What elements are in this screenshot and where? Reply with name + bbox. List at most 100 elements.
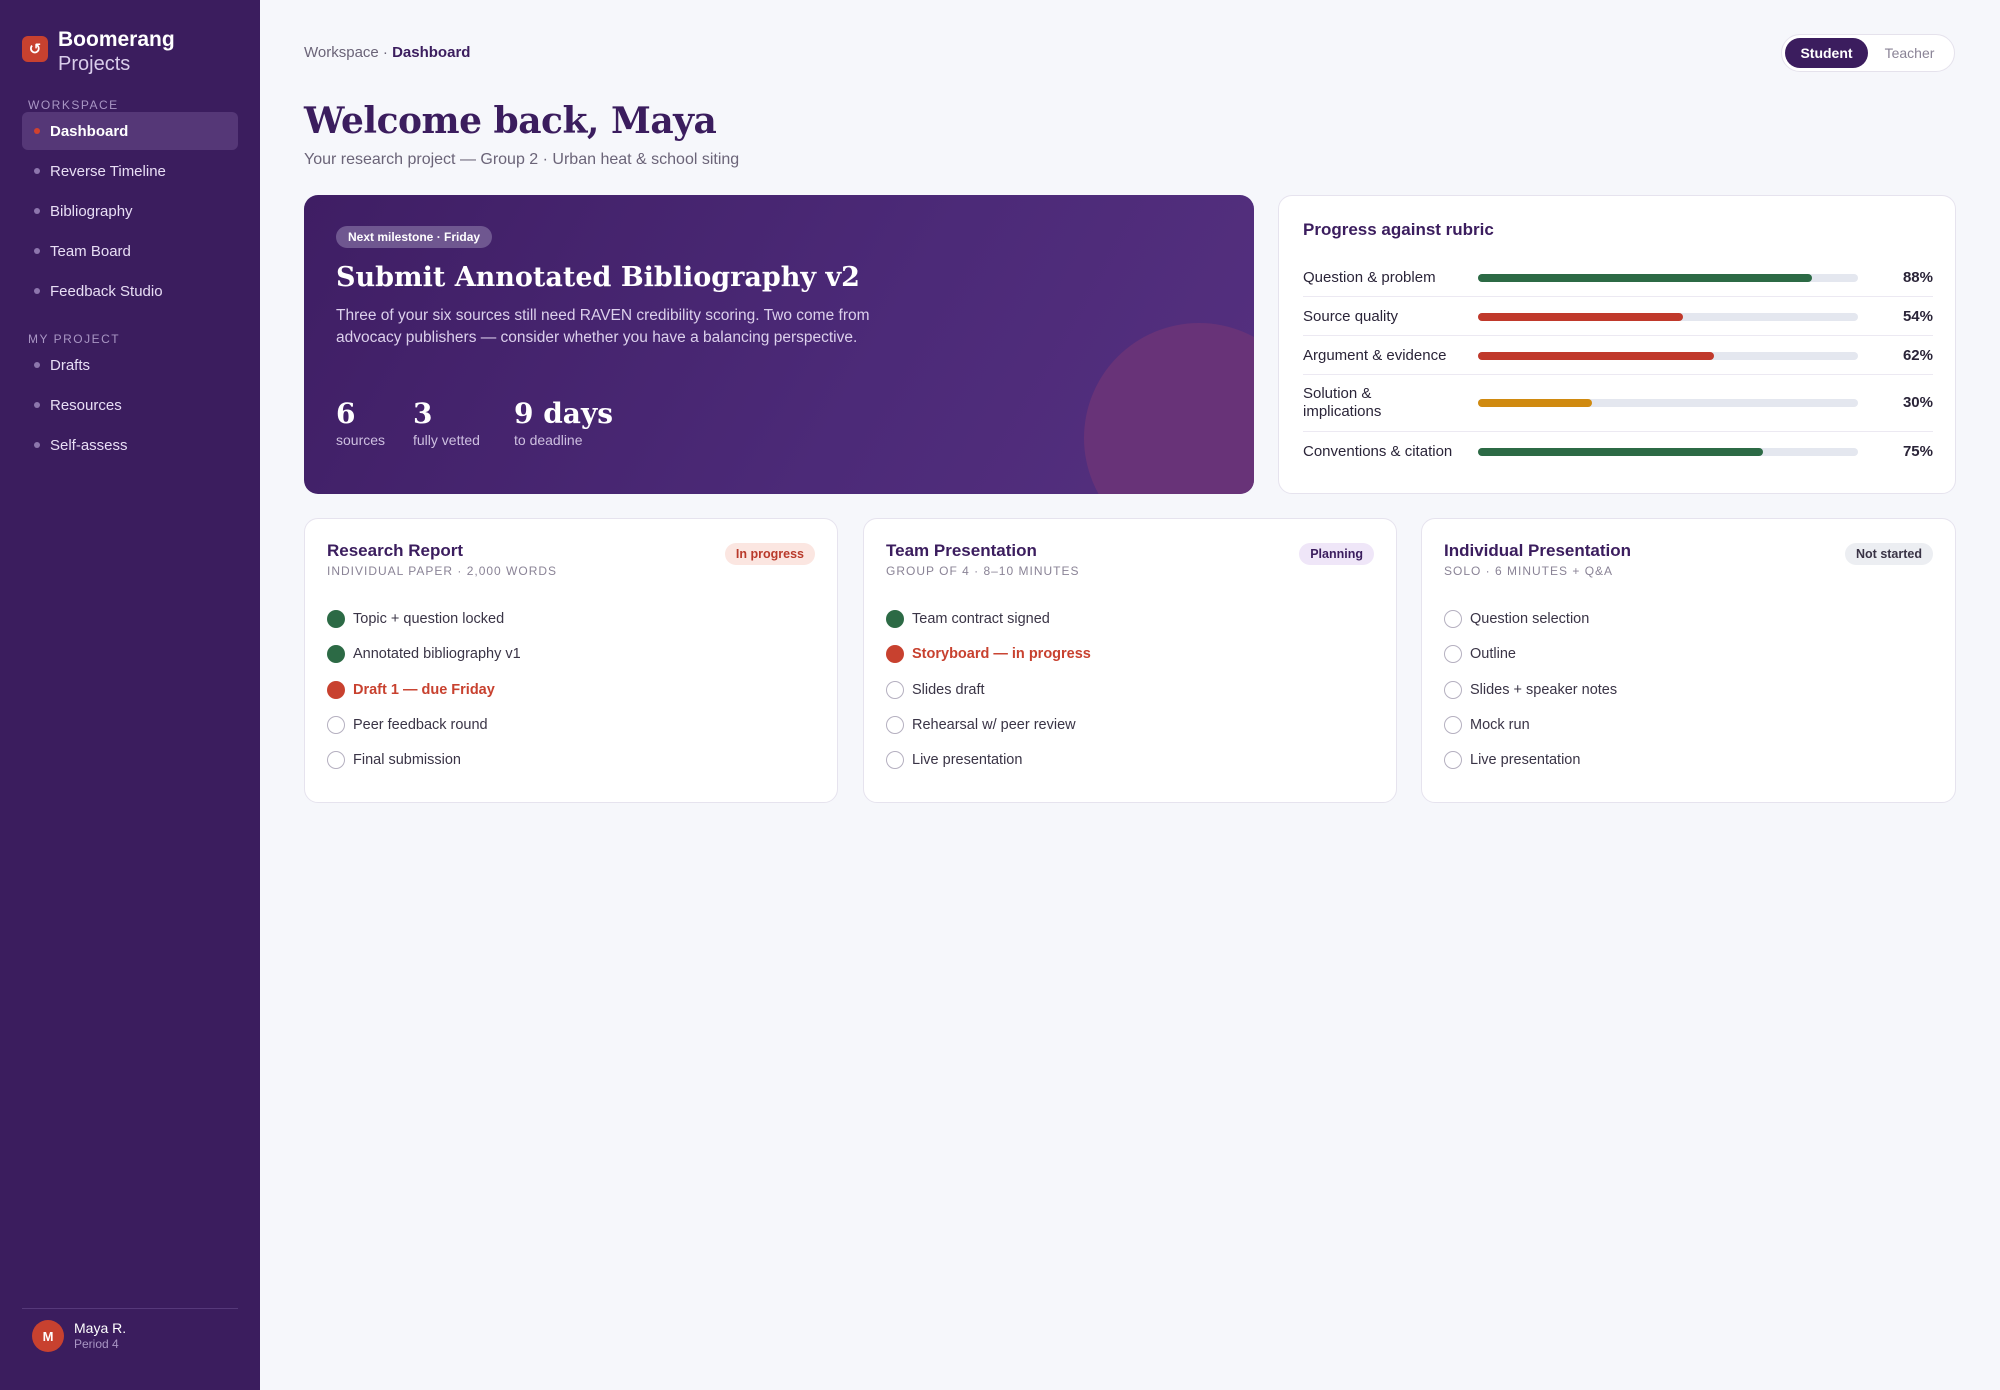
dot-icon xyxy=(34,402,40,408)
breadcrumb: Workspace · Dashboard xyxy=(304,44,470,61)
dot-icon xyxy=(34,362,40,368)
rubric-percent: 88% xyxy=(1902,269,1933,286)
task-item[interactable]: Peer feedback round xyxy=(327,716,488,734)
rubric-fill xyxy=(1478,274,1813,282)
rubric-progress-card: Progress against rubric Question & probl… xyxy=(1278,195,1956,494)
task-item[interactable]: Slides draft xyxy=(886,681,985,699)
dot-icon xyxy=(34,248,40,254)
task-item[interactable]: Live presentation xyxy=(1444,751,1580,769)
dot-icon xyxy=(34,288,40,294)
sidebar-item-drafts[interactable]: Drafts xyxy=(22,346,238,384)
user-period: Period 4 xyxy=(74,1337,119,1351)
task-item[interactable]: Storyboard — in progress xyxy=(886,645,1091,663)
user-name: Maya R. xyxy=(74,1320,127,1336)
task-label: Question selection xyxy=(1470,611,1590,627)
rubric-track xyxy=(1478,448,1858,456)
brand[interactable]: ↺ Boomerang Projects xyxy=(22,28,175,76)
sidebar-item-label: Self-assess xyxy=(50,436,128,454)
task-status-icon xyxy=(327,610,345,628)
role-teacher-button[interactable]: Teacher xyxy=(1868,38,1951,68)
task-status-icon xyxy=(886,751,904,769)
workspace-section-label: Workspace xyxy=(28,98,119,112)
sidebar-item-feedback-studio[interactable]: Feedback Studio xyxy=(22,272,238,310)
sidebar-item-label: Resources xyxy=(50,396,122,414)
task-item[interactable]: Final submission xyxy=(327,751,461,769)
rubric-row: Argument & evidence 62% xyxy=(1303,336,1933,375)
rubric-row: Question & problem 88% xyxy=(1303,258,1933,297)
breadcrumb-root[interactable]: Workspace · xyxy=(304,44,388,61)
task-status-icon xyxy=(886,610,904,628)
task-label: Live presentation xyxy=(1470,752,1581,768)
card-title: Team Presentation xyxy=(886,541,1037,560)
task-label: Topic + question locked xyxy=(353,611,505,627)
task-item[interactable]: Live presentation xyxy=(886,751,1022,769)
task-item[interactable]: Topic + question locked xyxy=(327,610,504,628)
sidebar: ↺ Boomerang Projects Workspace Dashboard… xyxy=(0,0,260,1390)
role-student-button[interactable]: Student xyxy=(1785,38,1868,68)
milestone-title: Submit Annotated Bibliography v2 xyxy=(336,262,860,293)
task-status-icon xyxy=(886,681,904,699)
rubric-label: Solution & implications xyxy=(1303,385,1382,420)
user-card[interactable]: M Maya R. Period 4 xyxy=(32,1320,126,1352)
task-item[interactable]: Slides + speaker notes xyxy=(1444,681,1617,699)
rubric-title: Progress against rubric xyxy=(1303,220,1494,239)
task-status-icon xyxy=(1444,610,1462,628)
user-divider xyxy=(22,1308,238,1309)
sidebar-item-dashboard[interactable]: Dashboard xyxy=(22,112,238,150)
rubric-label: Question & problem xyxy=(1303,269,1436,286)
rubric-track xyxy=(1478,313,1858,321)
sidebar-item-resources[interactable]: Resources xyxy=(22,386,238,424)
task-item[interactable]: Outline xyxy=(1444,645,1516,663)
task-label: Final submission xyxy=(353,752,461,768)
rubric-row: Conventions & citation 75% xyxy=(1303,432,1933,471)
stat-value: 9 days xyxy=(514,397,613,430)
deliverable-card-research-report[interactable]: Research Report Individual paper · 2,000… xyxy=(304,518,838,803)
task-item[interactable]: Mock run xyxy=(1444,716,1530,734)
task-label: Rehearsal w/ peer review xyxy=(912,717,1076,733)
rubric-row: Source quality 54% xyxy=(1303,297,1933,336)
task-status-icon xyxy=(886,716,904,734)
task-item[interactable]: Rehearsal w/ peer review xyxy=(886,716,1076,734)
dot-icon xyxy=(34,168,40,174)
task-status-icon xyxy=(327,751,345,769)
brand-name: Boomerang xyxy=(58,28,175,51)
card-subtitle: Individual paper · 2,000 words xyxy=(327,564,558,578)
sidebar-item-bibliography[interactable]: Bibliography xyxy=(22,192,238,230)
task-item[interactable]: Draft 1 — due Friday xyxy=(327,681,495,699)
dot-icon xyxy=(34,208,40,214)
next-milestone-card[interactable]: Next milestone · Friday Submit Annotated… xyxy=(304,195,1254,494)
status-badge: Planning xyxy=(1299,543,1374,565)
sidebar-item-team-board[interactable]: Team Board xyxy=(22,232,238,270)
my-project-section-label: My Project xyxy=(28,332,121,346)
stat-value: 6 xyxy=(336,397,356,430)
sidebar-item-label: Bibliography xyxy=(50,202,133,220)
deliverable-card-team-presentation[interactable]: Team Presentation Group of 4 · 8–10 minu… xyxy=(863,518,1397,803)
rubric-percent: 75% xyxy=(1902,443,1933,460)
sidebar-item-label: Reverse Timeline xyxy=(50,162,166,180)
task-item[interactable]: Team contract signed xyxy=(886,610,1050,628)
task-status-icon xyxy=(1444,751,1462,769)
task-item[interactable]: Question selection xyxy=(1444,610,1589,628)
card-title: Research Report xyxy=(327,541,464,560)
stat-label: sources xyxy=(336,432,386,448)
rubric-track xyxy=(1478,352,1858,360)
task-label: Peer feedback round xyxy=(353,717,488,733)
rubric-percent: 62% xyxy=(1902,347,1933,364)
sidebar-item-self-assess[interactable]: Self-assess xyxy=(22,426,238,464)
milestone-pill: Next milestone · Friday xyxy=(336,226,493,248)
milestone-description: Three of your six sources still need RAV… xyxy=(336,307,870,346)
sidebar-item-reverse-timeline[interactable]: Reverse Timeline xyxy=(22,152,238,190)
task-item[interactable]: Annotated bibliography v1 xyxy=(327,645,521,663)
task-label: Live presentation xyxy=(912,752,1023,768)
page-title: Welcome back, Maya xyxy=(304,100,717,142)
task-status-icon xyxy=(886,645,904,663)
task-status-icon xyxy=(327,716,345,734)
status-badge: In progress xyxy=(724,543,815,565)
rubric-percent: 54% xyxy=(1902,308,1933,325)
task-label: Annotated bibliography v1 xyxy=(353,646,521,662)
decorative-circle xyxy=(1084,323,1254,494)
sidebar-item-label: Drafts xyxy=(50,356,91,374)
sidebar-item-label: Team Board xyxy=(50,242,131,260)
stat-label: to deadline xyxy=(514,432,583,448)
deliverable-card-individual-presentation[interactable]: Individual Presentation Solo · 6 minutes… xyxy=(1421,518,1956,803)
